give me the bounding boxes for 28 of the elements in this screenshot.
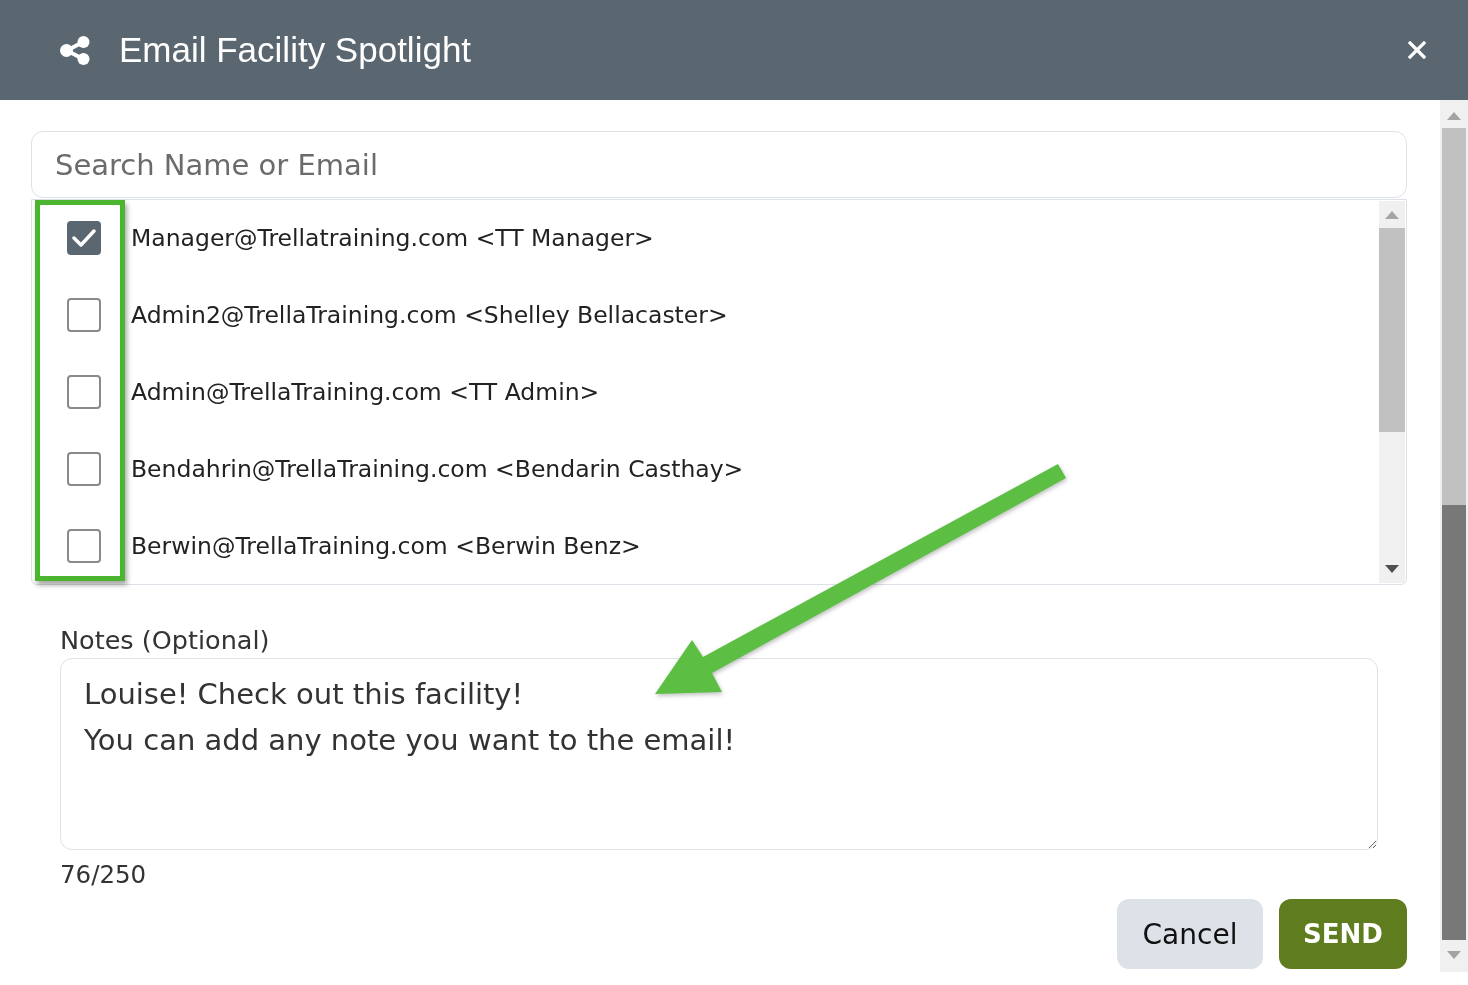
checkmark-icon xyxy=(72,229,96,248)
checkbox[interactable] xyxy=(67,298,101,333)
search-field[interactable]: Search Name or Email xyxy=(31,131,1407,198)
dialog-title: Email Facility Spotlight xyxy=(119,30,472,70)
send-button[interactable]: SEND xyxy=(1279,899,1407,969)
checkbox[interactable] xyxy=(67,221,101,256)
notes-field[interactable]: Louise! Check out this facility! You can add any note you want to the email! xyxy=(60,658,1378,850)
recipient-option[interactable]: Bendahrin@TrellaTraining.com <Bendarin Casthay> xyxy=(131,454,744,483)
close-button[interactable] xyxy=(1406,39,1428,61)
checkbox[interactable] xyxy=(67,528,101,563)
close-icon xyxy=(1408,41,1426,59)
scroll-up-icon[interactable] xyxy=(1447,112,1461,120)
checkbox[interactable] xyxy=(67,375,101,409)
page-scrollbar[interactable] xyxy=(1440,100,1468,972)
recipient-option[interactable]: Manager@Trellatraining.com <TT Manager> xyxy=(131,224,654,253)
list-scrollbar[interactable] xyxy=(1379,201,1405,583)
checkbox[interactable] xyxy=(67,451,101,486)
scrollbar-thumb[interactable] xyxy=(1442,505,1466,940)
recipient-option[interactable]: Admin@TrellaTraining.com <TT Admin> xyxy=(131,378,600,406)
scroll-down-icon[interactable] xyxy=(1385,565,1399,573)
recipient-option[interactable]: Berwin@TrellaTraining.com <Berwin Benz> xyxy=(131,531,641,560)
share-icon xyxy=(60,35,90,65)
scrollbar-thumb[interactable] xyxy=(1379,228,1405,432)
cancel-button[interactable]: Cancel xyxy=(1117,899,1263,969)
scroll-up-icon[interactable] xyxy=(1385,211,1399,219)
recipient-option[interactable]: Admin2@TrellaTraining.com <Shelley Bellacaster> xyxy=(131,301,728,330)
character-counter: 76/250 xyxy=(60,859,147,891)
notes-label: Notes (Optional) xyxy=(60,624,270,656)
